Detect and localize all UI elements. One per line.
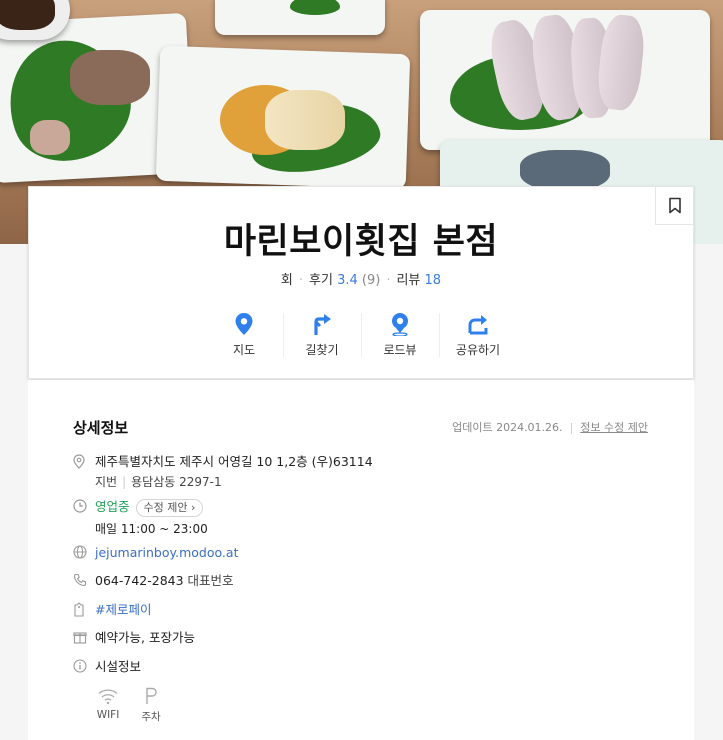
services-row: 예약가능, 포장가능: [73, 628, 195, 647]
wifi-label: WIFI: [96, 709, 120, 721]
status-edit-label: 수정 제안: [143, 501, 188, 514]
open-status: 영업중: [95, 499, 130, 514]
place-summary-card: 마린보이횟집 본점 회·후기 3.4 (9)·리뷰 18 지도 길찾기: [28, 186, 694, 379]
detail-title: 상세정보: [73, 419, 129, 437]
map-button-label: 지도: [232, 343, 256, 357]
action-bar: 지도 길찾기 로드뷰 공유하기: [29, 311, 693, 358]
roadview-button[interactable]: 로드뷰: [361, 311, 439, 358]
website-link[interactable]: jejumarinboy.modoo.at: [95, 543, 238, 562]
review-count[interactable]: (9): [362, 273, 380, 288]
tag-icon: [73, 601, 95, 617]
zeropay-tag[interactable]: #제로페이: [95, 600, 151, 619]
place-name: 마린보이횟집 본점: [223, 222, 499, 262]
info-icon: [73, 658, 95, 674]
services-text: 예약가능, 포장가능: [95, 630, 195, 645]
lot-address-row: 지번 | 용담삼동 2297-1: [95, 475, 222, 489]
road-address: 제주특별자치도 제주시 어영길 10 1,2층 (우)63114: [95, 454, 373, 469]
suggest-edit-link[interactable]: 정보 수정 제안: [580, 421, 648, 434]
phone-type: 대표번호: [187, 573, 234, 588]
facility-title: 시설정보: [95, 659, 142, 674]
share-button[interactable]: 공유하기: [439, 311, 517, 358]
status-edit-button[interactable]: 수정 제안 ›: [135, 499, 204, 517]
lot-address-label: 지번: [95, 475, 118, 489]
location-icon: [73, 453, 95, 469]
map-button[interactable]: 지도: [205, 311, 283, 358]
payment-row: #제로페이: [73, 600, 151, 619]
chevron-right-icon: ›: [191, 501, 196, 514]
facility-row: 시설정보: [73, 657, 141, 676]
wifi-icon: [98, 689, 118, 705]
hours-row: 영업중 수정 제안 ›: [73, 497, 204, 517]
directions-icon: [309, 311, 335, 337]
place-category: 회: [280, 273, 293, 288]
share-icon: [465, 311, 491, 337]
place-page: 마린보이횟집 본점 회·후기 3.4 (9)·리뷰 18 지도 길찾기: [0, 0, 723, 740]
review-score[interactable]: 3.4: [337, 273, 358, 288]
phone-number[interactable]: 064-742-2843: [95, 573, 184, 588]
parking-icon: [146, 687, 157, 704]
parking-label: 주차: [141, 711, 161, 723]
globe-icon: [73, 544, 95, 560]
lot-address: 용담삼동 2297-1: [131, 475, 222, 489]
phone-icon: [73, 572, 95, 588]
share-button-label: 공유하기: [455, 343, 501, 357]
facility-wifi: WIFI: [88, 687, 128, 721]
address-row: 제주특별자치도 제주시 어영길 10 1,2층 (우)63114: [73, 452, 373, 471]
website-row: jejumarinboy.modoo.at: [73, 543, 238, 562]
review-label: 후기: [309, 273, 333, 288]
directions-button-label: 길찾기: [305, 343, 339, 357]
map-pin-icon: [231, 311, 257, 337]
roadview-icon: [387, 311, 413, 337]
directions-button[interactable]: 길찾기: [283, 311, 361, 358]
phone-row: 064-742-2843 대표번호: [73, 571, 234, 590]
update-date: 업데이트 2024.01.26.: [452, 421, 563, 434]
detail-info-section: 상세정보 업데이트 2024.01.26. | 정보 수정 제안 제주특별자치도 제…: [28, 380, 694, 740]
hours-detail: 매일 11:00 ~ 23:00: [95, 522, 208, 536]
gift-icon: [73, 629, 95, 645]
place-meta: 회 · 후기 3.4 (9) · 리뷰 18: [280, 273, 442, 288]
update-info: 업데이트 2024.01.26. | 정보 수정 제안: [452, 421, 648, 434]
bookmark-icon: [668, 197, 681, 214]
blog-review-label: 리뷰: [396, 273, 421, 288]
facility-parking: 주차: [131, 687, 171, 724]
blog-review-count[interactable]: 18: [425, 273, 442, 288]
clock-icon: [73, 498, 95, 514]
roadview-button-label: 로드뷰: [383, 343, 417, 357]
